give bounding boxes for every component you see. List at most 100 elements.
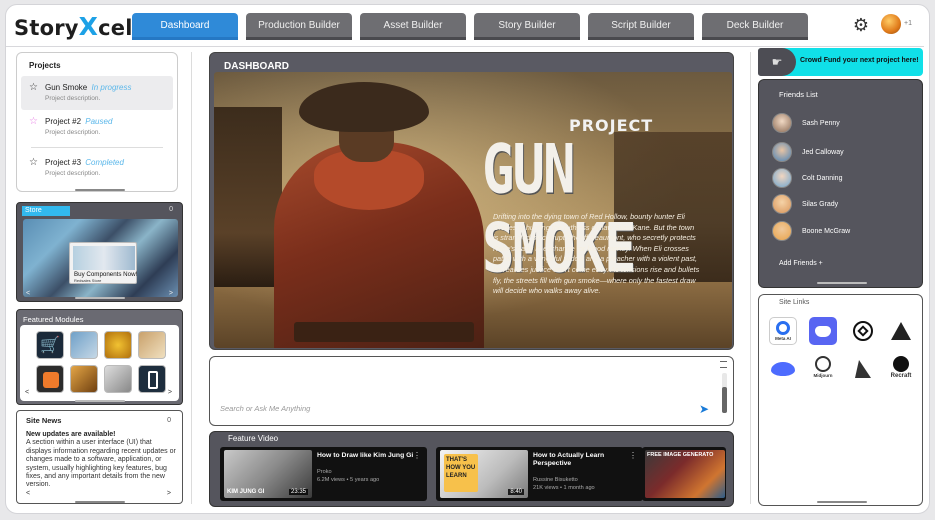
friend-avatar[interactable] [772,113,792,133]
friend-avatar[interactable] [772,194,792,214]
ask-scrollbar[interactable] [722,373,727,413]
more-options-icon[interactable]: ⋮ [413,451,421,460]
send-icon[interactable]: ➤ [699,402,709,416]
featured-scrollbar[interactable] [75,400,125,402]
friend-avatar[interactable] [772,221,792,241]
friend-avatar[interactable] [772,168,792,188]
module-thumbnail[interactable] [36,365,64,393]
friend-item[interactable]: Jed Calloway [772,141,844,163]
tab-dashboard[interactable]: Dashboard [132,13,238,40]
friend-item[interactable]: Sash Penny [772,112,840,134]
featured-modules-panel: Featured Modules 🛒 < > [16,309,183,405]
news-next-button[interactable]: > [167,490,171,497]
hero-image[interactable]: PROJECT GUN SMOKE Drifting into the dyin… [214,72,732,348]
ask-input[interactable]: Search or Ask Me Anything [220,404,310,413]
module-thumbnail[interactable] [138,365,166,393]
video-card[interactable]: KIM JUNG GI 23:35 How to Draw like Kim J… [220,447,427,501]
video-thumbnail[interactable]: THAT'S HOW YOU LEARN 8:40 [440,450,528,498]
friend-name[interactable]: Sash Penny [802,120,840,127]
video-meta: 6.2M views • 5 years ago [317,477,380,483]
deepseek-link[interactable] [769,355,797,383]
friend-name[interactable]: Jed Calloway [802,149,844,156]
discord-link[interactable] [809,317,837,345]
extra-users-count: +1 [904,20,912,27]
news-text: A section within a user interface (UI) t… [26,439,176,489]
divider [31,147,163,148]
crowdfund-banner[interactable]: ☛ Crowd Fund your next project here! [758,48,923,76]
star-icon[interactable]: ☆ [29,157,38,168]
header-divider [6,46,924,47]
midjourney-link[interactable]: Midjourn [809,353,837,381]
delta-ai-link[interactable] [887,317,915,345]
sailboat-link[interactable] [849,355,877,383]
storyxcel-logo[interactable]: StoryXcel [14,12,133,41]
video-title[interactable]: How to Actually Learn Perspective [533,452,633,468]
video-title[interactable]: How to Draw like Kim Jung Gi [317,452,417,460]
star-icon[interactable]: ☆ [29,116,38,127]
gear-icon[interactable]: ⚙ [851,15,871,35]
star-icon[interactable]: ☆ [29,82,38,93]
openai-link[interactable] [849,317,877,345]
project-name: Project #2 [45,117,82,126]
tab-story-builder[interactable]: Story Builder [474,13,580,40]
site-news-title: Site News [26,416,62,425]
tab-deck-builder[interactable]: Deck Builder [702,13,808,40]
video-channel[interactable]: Russine Bisuketto [533,477,578,483]
tab-script-builder[interactable]: Script Builder [588,13,694,40]
shopping-cart-icon[interactable]: 🛒 [36,331,64,359]
video-card[interactable]: FREE IMAGE GENERATO [642,447,726,501]
project-description: Project description. [45,95,101,102]
store-prev-button[interactable]: < [26,290,30,297]
module-thumbnail[interactable] [138,331,166,359]
more-options-icon[interactable]: ⋮ [629,451,637,460]
crowdfund-text[interactable]: Crowd Fund your next project here! [800,57,919,64]
delta-icon [891,322,911,340]
meta-ai-link[interactable]: Meta AI [769,317,797,345]
module-thumbnail[interactable] [104,331,132,359]
video-thumbnail[interactable]: KIM JUNG GI 23:35 [224,450,312,498]
discord-icon [815,325,831,337]
news-scrollbar[interactable] [75,501,125,503]
projects-scrollbar[interactable] [75,189,125,191]
video-card[interactable]: THAT'S HOW YOU LEARN 8:40 How to Actuall… [436,447,643,501]
project-description: Project description. [45,170,101,177]
friend-name[interactable]: Silas Grady [802,201,838,208]
store-promo-card[interactable]: Buy Components Now! Redsales Store [69,242,137,284]
friend-name[interactable]: Colt Danning [802,175,842,182]
store-next-button[interactable]: > [169,290,173,297]
store-scrollbar[interactable] [75,297,125,299]
add-friends-button[interactable]: Add Friends + [779,260,823,267]
tab-asset-builder[interactable]: Asset Builder [360,13,466,40]
friend-item[interactable]: Colt Danning [772,167,842,189]
project-item[interactable]: ☆ Project #2 Paused Project description. [21,110,173,144]
cowboy-belt [294,322,474,342]
site-links-scrollbar[interactable] [817,501,867,503]
project-item[interactable]: ☆ Gun Smoke In progress Project descript… [21,76,173,110]
module-thumbnail[interactable] [70,365,98,393]
news-prev-button[interactable]: < [26,490,30,497]
link-caption: Recraft [890,372,912,379]
tab-production-builder[interactable]: Production Builder [246,13,352,40]
hand-icon: ☛ [758,48,796,76]
friend-item[interactable]: Boone McGraw [772,220,850,242]
module-thumbnail[interactable] [70,331,98,359]
store-banner-image[interactable]: Buy Components Now! Redsales Store [23,219,178,297]
recraft-link[interactable]: Recraft [887,353,915,381]
menu-icon[interactable] [720,361,727,368]
friend-name[interactable]: Boone McGraw [802,228,850,235]
scrollbar-thumb[interactable] [722,387,727,413]
store-label: Store [22,206,70,216]
site-links-title: Site Links [779,299,810,306]
friend-avatar[interactable] [772,142,792,162]
video-thumbnail[interactable]: FREE IMAGE GENERATO [645,450,725,498]
project-item[interactable]: ☆ Project #3 Completed Project descripti… [21,151,173,185]
avatar[interactable] [881,14,901,34]
promo-image [73,246,135,270]
friend-item[interactable]: Silas Grady [772,193,838,215]
video-channel[interactable]: Proko [317,469,332,475]
module-thumbnail[interactable] [104,365,132,393]
featured-prev-button[interactable]: < [25,389,29,396]
friends-scrollbar[interactable] [817,282,867,284]
featured-next-button[interactable]: > [168,389,172,396]
link-caption: Midjourn [813,373,833,378]
